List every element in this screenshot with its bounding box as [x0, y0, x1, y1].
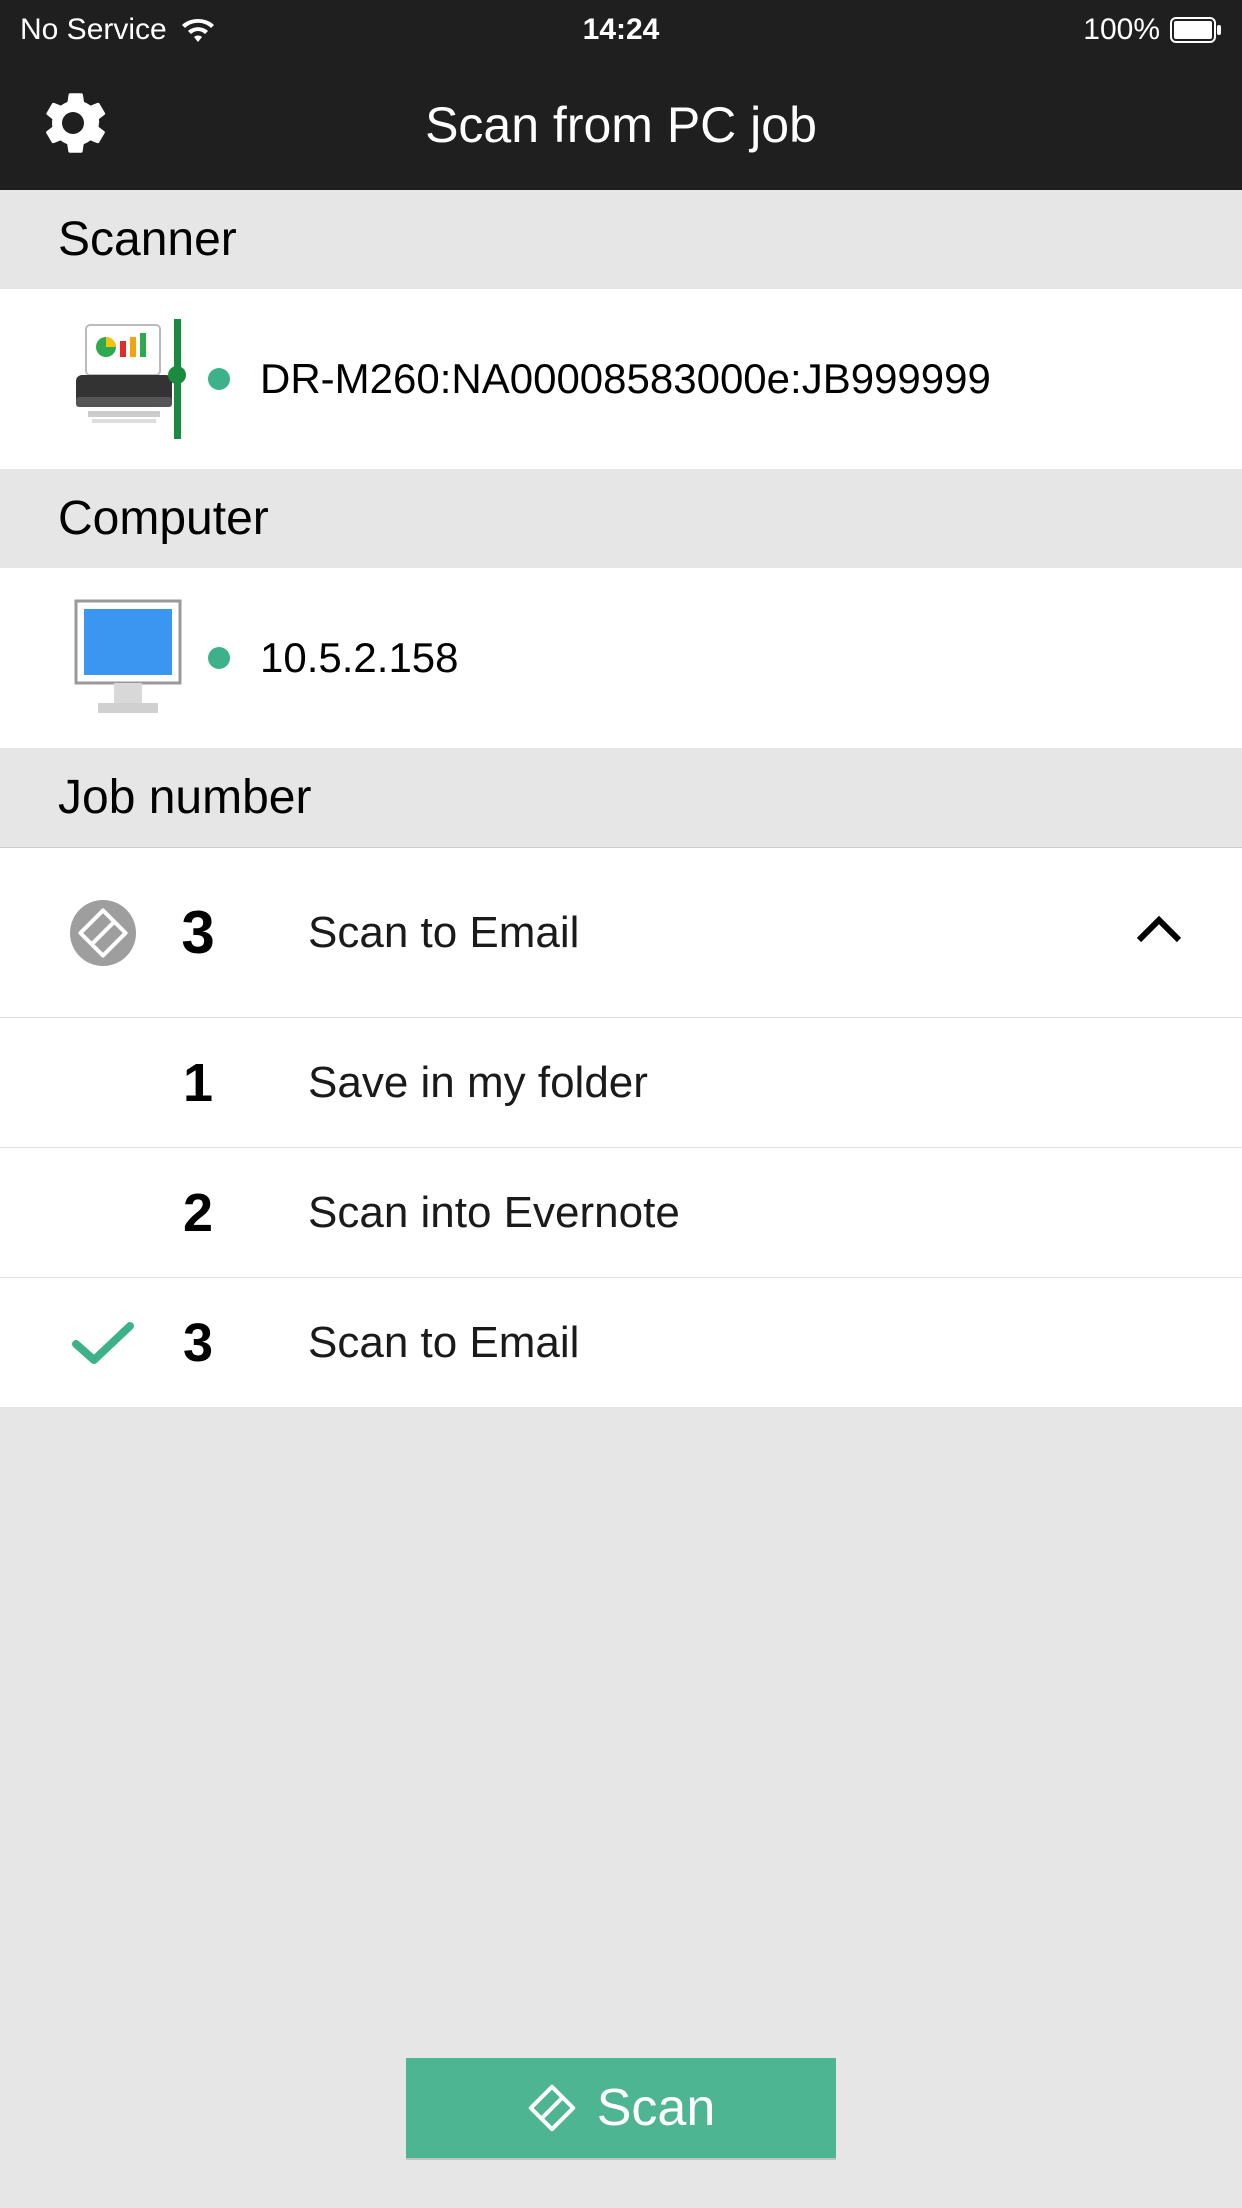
job-selected-label: Scan to Email [308, 908, 579, 958]
section-header-computer: Computer [0, 469, 1242, 568]
scan-button-label: Scan [597, 2078, 716, 2138]
checkmark-icon [58, 1320, 148, 1366]
carrier-text: No Service [20, 13, 167, 47]
job-selected-badge [58, 900, 148, 966]
status-bar: No Service 14:24 100% [0, 0, 1242, 60]
job-option-row[interactable]: 3 Scan to Email [0, 1277, 1242, 1407]
scanner-row[interactable]: DR-M260:NA00008583000e:JB999999 [0, 289, 1242, 469]
computer-status-dot [208, 647, 230, 669]
section-header-scanner: Scanner [0, 190, 1242, 289]
status-bar-left: No Service [20, 13, 421, 47]
scanner-name: DR-M260:NA00008583000e:JB999999 [260, 355, 991, 403]
nav-bar: Scan from PC job [0, 60, 1242, 190]
wifi-icon [181, 17, 215, 43]
job-option-number: 3 [148, 1312, 248, 1374]
scan-icon [527, 2083, 577, 2133]
job-selected-number: 3 [148, 898, 248, 967]
settings-button[interactable] [40, 90, 106, 161]
scan-button[interactable]: Scan [406, 2058, 836, 2158]
job-option-row[interactable]: 2 Scan into Evernote [0, 1147, 1242, 1277]
job-option-number: 1 [148, 1052, 248, 1114]
gear-icon [40, 143, 106, 160]
section-header-job: Job number [0, 748, 1242, 847]
job-option-row[interactable]: 1 Save in my folder [0, 1017, 1242, 1147]
computer-address: 10.5.2.158 [260, 634, 459, 682]
computer-icon [58, 593, 198, 723]
scan-button-container: Scan [0, 2058, 1242, 2158]
job-option-number: 2 [148, 1182, 248, 1244]
computer-row[interactable]: 10.5.2.158 [0, 568, 1242, 748]
status-bar-time: 14:24 [421, 13, 822, 47]
scanner-status-dot [208, 368, 230, 390]
chevron-up-icon[interactable] [1134, 915, 1184, 950]
job-option-label: Scan to Email [308, 1318, 579, 1368]
job-option-label: Scan into Evernote [308, 1188, 680, 1238]
battery-percent: 100% [1083, 13, 1160, 47]
job-list: 1 Save in my folder 2 Scan into Evernote… [0, 1017, 1242, 1407]
scanner-icon [58, 319, 198, 439]
status-bar-right: 100% [821, 13, 1222, 47]
page-title: Scan from PC job [0, 96, 1242, 154]
battery-icon [1170, 17, 1222, 43]
job-selected-row[interactable]: 3 Scan to Email [0, 847, 1242, 1017]
job-option-label: Save in my folder [308, 1058, 648, 1108]
